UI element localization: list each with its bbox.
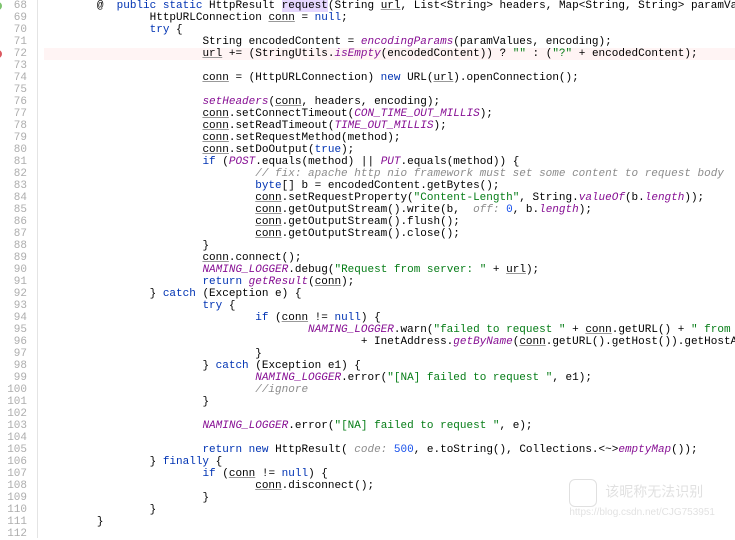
code-line[interactable]: try { — [44, 300, 735, 312]
code-line[interactable]: } — [44, 396, 735, 408]
code-line[interactable]: //ignore — [44, 384, 735, 396]
gutter-line: 99 — [0, 372, 27, 384]
gutter-line: 90 — [0, 264, 27, 276]
code-line[interactable]: setHeaders(conn, headers, encoding); — [44, 96, 735, 108]
code-line[interactable]: try { — [44, 24, 735, 36]
code-line[interactable]: conn.getOutputStream().flush(); — [44, 216, 735, 228]
gutter-line: 81 — [0, 156, 27, 168]
code-line[interactable]: conn.setConnectTimeout(CON_TIME_OUT_MILL… — [44, 108, 735, 120]
code-line[interactable]: if (conn != null) { — [44, 468, 735, 480]
gutter-line: 107 — [0, 468, 27, 480]
gutter-line: 87 — [0, 228, 27, 240]
gutter-line: 80 — [0, 144, 27, 156]
gutter-line: 109 — [0, 492, 27, 504]
code-area[interactable]: @ public static HttpResult request(Strin… — [38, 0, 735, 538]
gutter-line: 98 — [0, 360, 27, 372]
gutter-line: 86 — [0, 216, 27, 228]
code-line[interactable]: conn.getOutputStream().write(b, off: 0, … — [44, 204, 735, 216]
gutter-line: 84 — [0, 192, 27, 204]
gutter-line: 75 — [0, 84, 27, 96]
green-marker-icon — [0, 2, 2, 10]
line-gutter: 6869707172737475767778798081828384858687… — [0, 0, 38, 538]
gutter-line: 101 — [0, 396, 27, 408]
code-line[interactable]: NAMING_LOGGER.debug("Request from server… — [44, 264, 735, 276]
code-line[interactable]: if (conn != null) { — [44, 312, 735, 324]
gutter-line: 100 — [0, 384, 27, 396]
code-line[interactable]: url += (StringUtils.isEmpty(encodedConte… — [44, 48, 735, 60]
gutter-line: 95 — [0, 324, 27, 336]
gutter-line: 83 — [0, 180, 27, 192]
gutter-line: 69 — [0, 12, 27, 24]
gutter-line: 103 — [0, 420, 27, 432]
code-line[interactable]: HttpURLConnection conn = null; — [44, 12, 735, 24]
code-line[interactable]: conn.connect(); — [44, 252, 735, 264]
code-line[interactable]: conn.setDoOutput(true); — [44, 144, 735, 156]
code-line[interactable]: String encodedContent = encodingParams(p… — [44, 36, 735, 48]
code-line[interactable] — [44, 528, 735, 538]
code-line[interactable]: return new HttpResult( code: 500, e.toSt… — [44, 444, 735, 456]
code-line[interactable]: if (POST.equals(method) || PUT.equals(me… — [44, 156, 735, 168]
code-line[interactable]: } catch (Exception e1) { — [44, 360, 735, 372]
gutter-line: 104 — [0, 432, 27, 444]
code-line[interactable]: return getResult(conn); — [44, 276, 735, 288]
code-line[interactable]: NAMING_LOGGER.error("[NA] failed to requ… — [44, 372, 735, 384]
gutter-line: 82 — [0, 168, 27, 180]
gutter-line: 112 — [0, 528, 27, 540]
code-editor[interactable]: 6869707172737475767778798081828384858687… — [0, 0, 735, 538]
code-line[interactable]: NAMING_LOGGER.error("[NA] failed to requ… — [44, 420, 735, 432]
code-line[interactable] — [44, 408, 735, 420]
gutter-line: 97 — [0, 348, 27, 360]
gutter-line: 108 — [0, 480, 27, 492]
gutter-line: 102 — [0, 408, 27, 420]
code-line[interactable]: } — [44, 516, 735, 528]
code-line[interactable] — [44, 432, 735, 444]
gutter-line: 105 — [0, 444, 27, 456]
code-line[interactable]: } finally { — [44, 456, 735, 468]
gutter-line: 77 — [0, 108, 27, 120]
code-line[interactable]: } — [44, 492, 735, 504]
gutter-line: 78 — [0, 120, 27, 132]
gutter-line: 88 — [0, 240, 27, 252]
code-line[interactable]: } catch (Exception e) { — [44, 288, 735, 300]
code-line[interactable]: conn.setRequestProperty("Content-Length"… — [44, 192, 735, 204]
code-line[interactable]: @ public static HttpResult request(Strin… — [44, 0, 735, 12]
gutter-line: 74 — [0, 72, 27, 84]
gutter-line: 91 — [0, 276, 27, 288]
code-line[interactable]: + InetAddress.getByName(conn.getURL().ge… — [44, 336, 735, 348]
gutter-line: 76 — [0, 96, 27, 108]
code-line[interactable] — [44, 84, 735, 96]
gutter-line: 92 — [0, 288, 27, 300]
gutter-line: 110 — [0, 504, 27, 516]
gutter-line: 73 — [0, 60, 27, 72]
gutter-line: 96 — [0, 336, 27, 348]
code-line[interactable] — [44, 60, 735, 72]
code-line[interactable]: conn.getOutputStream().close(); — [44, 228, 735, 240]
gutter-line: 71 — [0, 36, 27, 48]
gutter-line: 68 — [0, 0, 27, 12]
code-line[interactable]: NAMING_LOGGER.warn("failed to request " … — [44, 324, 735, 336]
code-line[interactable]: // fix: apache http nio framework must s… — [44, 168, 735, 180]
gutter-line: 85 — [0, 204, 27, 216]
gutter-line: 106 — [0, 456, 27, 468]
gutter-line: 70 — [0, 24, 27, 36]
code-line[interactable]: byte[] b = encodedContent.getBytes(); — [44, 180, 735, 192]
code-line[interactable]: conn = (HttpURLConnection) new URL(url).… — [44, 72, 735, 84]
code-line[interactable]: } — [44, 240, 735, 252]
gutter-line: 89 — [0, 252, 27, 264]
code-line[interactable]: conn.setRequestMethod(method); — [44, 132, 735, 144]
red-marker-icon — [0, 50, 2, 58]
gutter-line: 93 — [0, 300, 27, 312]
gutter-line: 111 — [0, 516, 27, 528]
code-line[interactable]: } — [44, 504, 735, 516]
code-line[interactable]: } — [44, 348, 735, 360]
gutter-line: 72 — [0, 48, 27, 60]
code-line[interactable]: conn.setReadTimeout(TIME_OUT_MILLIS); — [44, 120, 735, 132]
gutter-line: 79 — [0, 132, 27, 144]
gutter-line: 94 — [0, 312, 27, 324]
code-line[interactable]: conn.disconnect(); — [44, 480, 735, 492]
